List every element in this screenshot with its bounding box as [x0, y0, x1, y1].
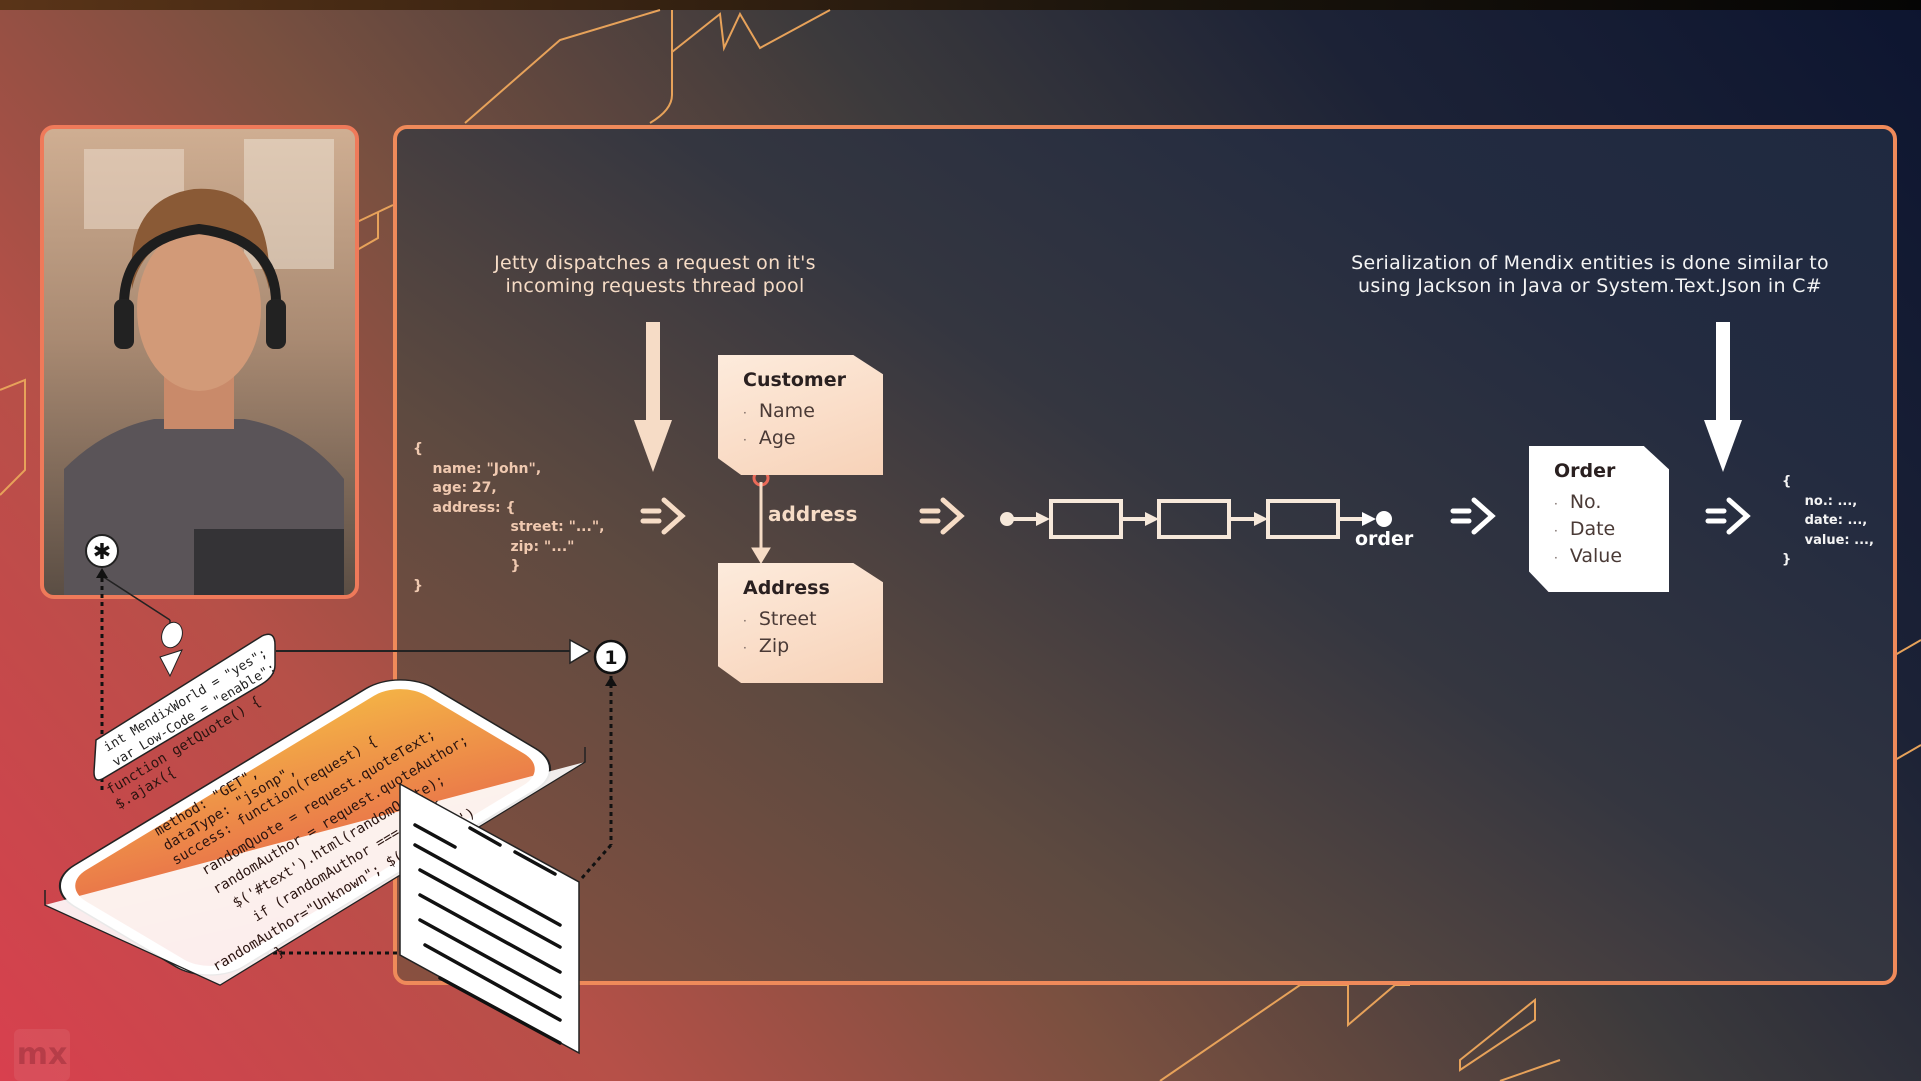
mendix-logo: mx [14, 1029, 70, 1081]
phone-illustration: function getQuote() { $.ajax({ method: "… [44, 534, 629, 1055]
pin-icon [161, 621, 183, 649]
triangle-marker-icon [159, 649, 183, 678]
document-card [399, 782, 580, 1055]
step-badge: 1 [593, 639, 629, 675]
svg-text:1: 1 [604, 647, 617, 669]
svg-text:✱: ✱ [93, 540, 111, 565]
gear-icon: ✱ [85, 534, 119, 568]
play-triangle-icon [569, 638, 592, 665]
